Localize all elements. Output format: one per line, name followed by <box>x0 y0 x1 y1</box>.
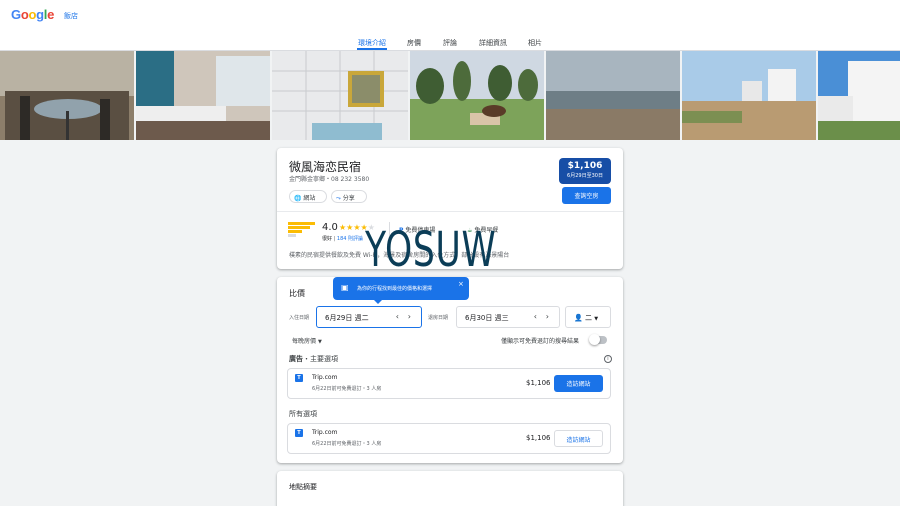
price-value: $1,106 <box>567 161 603 171</box>
location-summary-card: 地點摘要 <box>277 471 623 506</box>
share-label: 分享 <box>342 195 355 202</box>
photo-bathroom[interactable] <box>272 51 408 140</box>
checkin-label: 入住日期 <box>289 315 310 321</box>
review-count-link[interactable]: 184 則評論 <box>337 236 363 242</box>
tip-tooltip: ▣ 為你的行程找到最佳的價格和選擇 × <box>333 277 469 300</box>
ads-heading: 廣告・主要選項 <box>289 354 338 364</box>
photo-gallery <box>0 51 900 140</box>
chevron-left-icon[interactable]: ‹ <box>396 312 399 321</box>
checkout-value: 6月30日 週三 <box>465 314 509 322</box>
free-cancel-label: 僅顯示可免費退訂的搜尋結果 <box>501 338 580 345</box>
offer-price: $1,106 <box>526 434 551 442</box>
offer-note: 6月22日前可免費退訂・3 人房 <box>312 441 382 447</box>
tab-photos[interactable]: 相片 <box>528 38 542 48</box>
hotels-link[interactable]: 飯店 <box>64 11 78 21</box>
active-tab-indicator <box>357 48 387 50</box>
nightly-price-label: 每晚房價 <box>292 338 317 345</box>
visit-site-button[interactable]: 造訪網站 <box>554 430 603 447</box>
person-icon: 👤 <box>574 314 583 322</box>
photo-beach[interactable] <box>546 51 680 140</box>
tooltip-arrow <box>373 299 383 304</box>
toggle-knob[interactable] <box>589 334 600 345</box>
dropdown-arrow-icon: ▼ <box>317 339 322 345</box>
rating-bars-icon <box>288 222 315 240</box>
hotel-name: 微風海恋民宿 <box>289 160 362 174</box>
rating-value: 4.0 <box>322 222 338 233</box>
rating-word: 很好 <box>322 236 333 242</box>
all-options-heading: 所有選項 <box>289 410 317 418</box>
top-bar: Google 飯店 <box>0 0 900 32</box>
tab-details[interactable]: 詳細資訊 <box>479 38 507 48</box>
info-icon[interactable]: i <box>604 355 612 363</box>
dropdown-arrow-icon: ▼ <box>594 316 599 322</box>
website-button[interactable]: 🌐 網站 <box>289 190 327 203</box>
offer-note: 6月22日前可免費退訂・3 人房 <box>312 386 382 392</box>
photo-bedroom[interactable] <box>136 51 270 140</box>
price-compare-card: 比價 入住日期 6月29日 週二 ‹ › 退房日期 6月30日 週三 ‹ › 👤… <box>277 277 623 463</box>
tab-reviews[interactable]: 評論 <box>443 38 457 48</box>
share-button[interactable]: ⤳ 分享 <box>331 190 367 203</box>
share-icon: ⤳ <box>336 195 341 202</box>
photo-building[interactable] <box>818 51 900 140</box>
chevron-right-icon[interactable]: › <box>546 312 549 321</box>
checkout-label: 退房日期 <box>428 315 449 321</box>
visit-site-button[interactable]: 造訪網站 <box>554 375 603 392</box>
photo-balcony[interactable] <box>0 51 134 140</box>
tab-bar: 環境介紹 房價 評論 詳細資訊 相片 <box>0 32 900 51</box>
hotel-address: 金門縣金寧鄉・08 232 3580 <box>289 176 370 183</box>
divider <box>277 211 623 212</box>
chevron-right-icon[interactable]: › <box>408 312 411 321</box>
check-availability-button[interactable]: 查詢空房 <box>562 187 611 204</box>
trip-logo-icon: T <box>295 429 303 437</box>
offer-row[interactable]: T Trip.com 6月22日前可免費退訂・3 人房 $1,106 造訪網站 <box>287 368 611 399</box>
photo-horse-farm[interactable] <box>410 51 544 140</box>
checkin-value: 6月29日 週二 <box>325 314 369 322</box>
ad-label: 廣告 <box>289 355 303 363</box>
tab-prices[interactable]: 房價 <box>407 38 421 48</box>
photo-exterior[interactable] <box>682 51 816 140</box>
tooltip-text: 為你的行程找到最佳的價格和選擇 <box>357 286 433 292</box>
guests-value: 二 <box>584 314 592 322</box>
ads-heading-label: ・主要選項 <box>303 355 338 363</box>
offer-row[interactable]: T Trip.com 6月22日前可免費退訂・3 人房 $1,106 造訪網站 <box>287 423 611 454</box>
offer-provider: Trip.com <box>312 429 338 436</box>
globe-icon: 🌐 <box>294 195 302 202</box>
rating-meta: 很好 | 184 則評論 <box>322 236 364 242</box>
close-icon[interactable]: × <box>458 280 464 288</box>
location-title: 地點摘要 <box>289 483 317 491</box>
price-dates: 6月29日至30日 <box>567 173 603 179</box>
nightly-price-dropdown[interactable]: 每晚房價 ▼ <box>292 336 322 345</box>
checkout-date-field[interactable]: 6月30日 週三 ‹ › <box>456 306 560 328</box>
watermark-text: YOSUW <box>365 222 497 278</box>
chevron-left-icon[interactable]: ‹ <box>534 312 537 321</box>
calendar-icon: ▣ <box>341 283 349 292</box>
google-logo[interactable]: Google <box>11 7 54 22</box>
trip-logo-icon: T <box>295 374 303 382</box>
guests-selector[interactable]: 👤 二 ▼ <box>565 306 611 328</box>
compare-title: 比價 <box>289 289 305 298</box>
offer-price: $1,106 <box>526 379 551 387</box>
checkin-date-field[interactable]: 6月29日 週二 ‹ › <box>316 306 422 328</box>
price-badge[interactable]: $1,106 6月29日至30日 <box>559 158 611 184</box>
website-label: 網站 <box>303 195 316 202</box>
tab-overview[interactable]: 環境介紹 <box>358 38 386 48</box>
offer-provider: Trip.com <box>312 374 338 381</box>
